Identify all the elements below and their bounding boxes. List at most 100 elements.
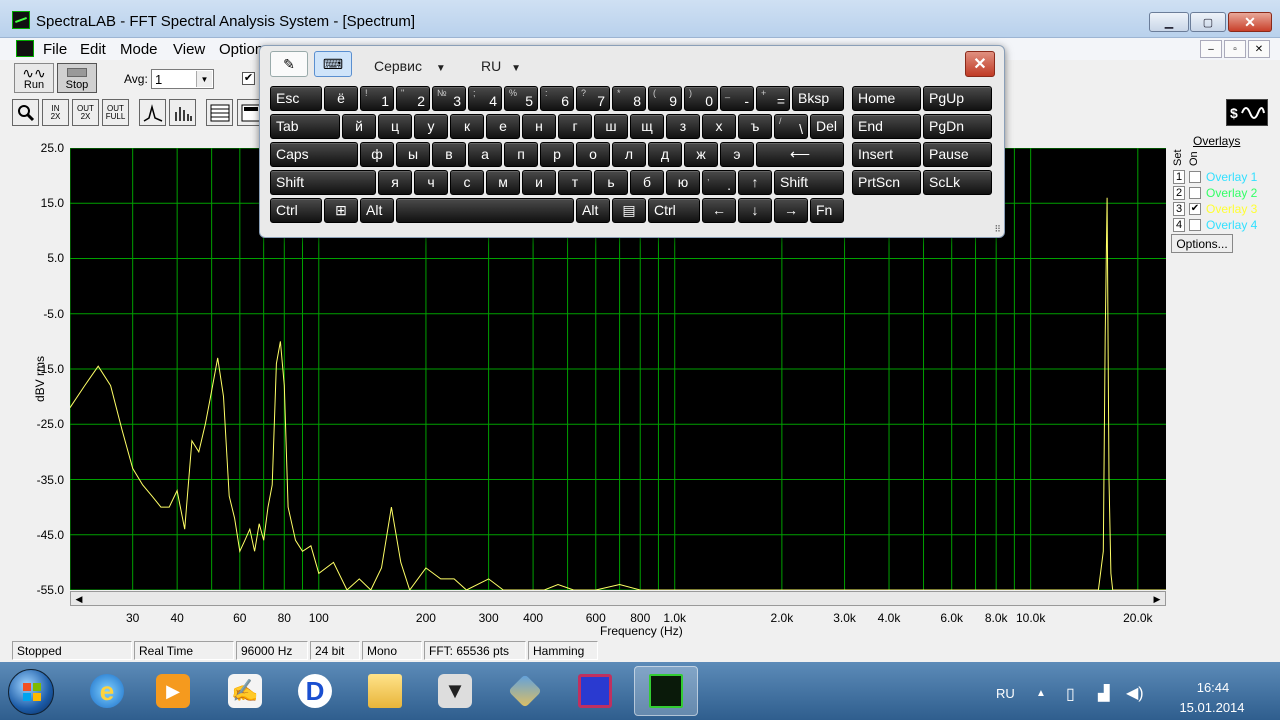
osk-key[interactable]: Alt xyxy=(360,198,394,223)
tray-network-icon[interactable]: ▟ xyxy=(1098,684,1110,702)
minimize-button[interactable]: ▁ xyxy=(1149,12,1189,32)
osk-key[interactable]: ш xyxy=(594,114,628,139)
osk-key[interactable]: ! 1 xyxy=(360,86,394,111)
osk-key[interactable]: ,. xyxy=(702,170,736,195)
tray-date[interactable]: 15.01.2014 xyxy=(1164,700,1260,715)
osk-key[interactable]: ы xyxy=(396,142,430,167)
mdi-close-button[interactable]: ✕ xyxy=(1248,40,1270,58)
tray-time[interactable]: 16:44 xyxy=(1168,680,1258,695)
osk-key[interactable]: и xyxy=(522,170,556,195)
osk-key[interactable]: ф xyxy=(360,142,394,167)
chevron-down-icon[interactable]: ▼ xyxy=(196,71,212,87)
overlay-options-button[interactable]: Options... xyxy=(1171,234,1233,253)
osk-key[interactable]: й xyxy=(342,114,376,139)
osk-key[interactable]: ) 0 xyxy=(684,86,718,111)
osk-key[interactable]: Del xyxy=(810,114,844,139)
taskbar-ie[interactable]: e xyxy=(78,666,136,716)
osk-key[interactable]: ⟵ xyxy=(756,142,844,167)
osk-key[interactable]: Shift xyxy=(270,170,376,195)
taskbar-tool[interactable] xyxy=(496,666,554,716)
osk-key[interactable]: Tab xyxy=(270,114,340,139)
menu-view[interactable]: View xyxy=(173,41,205,58)
osk-key[interactable]: а xyxy=(468,142,502,167)
osk-key[interactable]: * 8 xyxy=(612,86,646,111)
osk-language-menu[interactable]: RU ▼ xyxy=(481,58,521,74)
scroll-right-arrow[interactable]: ▶ xyxy=(1150,593,1164,605)
overlay-on-checkbox[interactable] xyxy=(1189,219,1201,231)
taskbar-explorer[interactable] xyxy=(356,666,414,716)
osk-key[interactable]: т xyxy=(558,170,592,195)
osk-key-nav[interactable]: Insert xyxy=(852,142,921,167)
overlays-title[interactable]: Overlays xyxy=(1193,134,1240,148)
osk-key[interactable]: ъ xyxy=(738,114,772,139)
zoom-icon[interactable] xyxy=(12,99,39,126)
osk-key[interactable]: е xyxy=(486,114,520,139)
osk-key-nav[interactable]: PgUp xyxy=(923,86,992,111)
osk-key[interactable]: н xyxy=(522,114,556,139)
osk-key[interactable]: ц xyxy=(378,114,412,139)
scroll-left-arrow[interactable]: ◀ xyxy=(72,593,86,605)
osk-service-menu[interactable]: Сервис ▼ xyxy=(374,58,446,74)
osk-key[interactable]: щ xyxy=(630,114,664,139)
osk-key[interactable]: ; 4 xyxy=(468,86,502,111)
osk-key-nav[interactable]: ScLk xyxy=(923,170,992,195)
overlay-set-button[interactable]: 2 xyxy=(1173,186,1185,200)
osk-key-nav[interactable]: PrtScn xyxy=(852,170,921,195)
osk-key-nav[interactable]: PgDn xyxy=(923,114,992,139)
osk-key[interactable]: Ctrl xyxy=(270,198,322,223)
signal-generator-icon[interactable]: $ xyxy=(1226,99,1268,126)
bar-plot-icon[interactable] xyxy=(169,99,196,126)
osk-key[interactable]: ч xyxy=(414,170,448,195)
tray-expand-icon[interactable]: ▲ xyxy=(1036,688,1046,699)
taskbar-notepad[interactable]: ✍ xyxy=(216,666,274,716)
osk-key[interactable]: в xyxy=(432,142,466,167)
zoom-out-2x-button[interactable]: OUT 2X xyxy=(72,99,99,126)
osk-key[interactable]: % 5 xyxy=(504,86,538,111)
osk-key[interactable]: ю xyxy=(666,170,700,195)
osk-key[interactable]: с xyxy=(450,170,484,195)
osk-key[interactable]: п xyxy=(504,142,538,167)
avg-select[interactable]: 1 ▼ xyxy=(151,69,214,89)
osk-key[interactable]: _ - xyxy=(720,86,754,111)
osk-key-nav[interactable]: End xyxy=(852,114,921,139)
stop-button[interactable]: Stop xyxy=(57,63,97,93)
osk-key[interactable]: ↓ xyxy=(738,198,772,223)
menu-file[interactable]: File xyxy=(43,41,67,58)
osk-key[interactable]: / \ xyxy=(774,114,808,139)
osk-key[interactable]: ё xyxy=(324,86,358,111)
osk-key[interactable]: Alt xyxy=(576,198,610,223)
osk-key[interactable]: (9 xyxy=(648,86,682,111)
table-icon[interactable] xyxy=(206,99,233,126)
osk-key[interactable]: № 3 xyxy=(432,86,466,111)
osk-key[interactable] xyxy=(396,198,574,223)
overlay-on-checkbox[interactable] xyxy=(1189,171,1201,183)
close-button[interactable]: ✕ xyxy=(1228,12,1272,32)
osk-key[interactable]: Bksp xyxy=(792,86,844,111)
mdi-minimize-button[interactable]: – xyxy=(1200,40,1222,58)
pen-icon[interactable]: ✎ xyxy=(270,51,308,77)
osk-key[interactable]: я xyxy=(378,170,412,195)
taskbar-foobar[interactable]: ▼ xyxy=(426,666,484,716)
osk-key[interactable]: Shift xyxy=(774,170,844,195)
osk-key[interactable]: м xyxy=(486,170,520,195)
osk-key[interactable]: Ctrl xyxy=(648,198,700,223)
osk-key[interactable]: + = xyxy=(756,86,790,111)
taskbar-daemon[interactable]: D xyxy=(286,666,344,716)
osk-key[interactable]: ← xyxy=(702,198,736,223)
overlay-on-checkbox[interactable]: ✔ xyxy=(1189,203,1201,215)
osk-key[interactable]: б xyxy=(630,170,664,195)
maximize-button[interactable]: ▢ xyxy=(1190,12,1226,32)
osk-key[interactable]: л xyxy=(612,142,646,167)
osk-key[interactable]: э xyxy=(720,142,754,167)
zoom-out-full-button[interactable]: OUT FULL xyxy=(102,99,129,126)
overlay-on-checkbox[interactable] xyxy=(1189,187,1201,199)
plot-scrollbar[interactable]: ◀ ▶ xyxy=(70,591,1166,606)
osk-key[interactable]: ? 7 xyxy=(576,86,610,111)
osk-key[interactable]: р xyxy=(540,142,574,167)
osk-close-button[interactable]: ✕ xyxy=(965,51,995,77)
osk-key[interactable]: з xyxy=(666,114,700,139)
overlay-set-button[interactable]: 4 xyxy=(1173,218,1185,232)
osk-key[interactable]: ⊞ xyxy=(324,198,358,223)
start-button[interactable] xyxy=(8,669,54,715)
osk-key[interactable]: ↑ xyxy=(738,170,772,195)
